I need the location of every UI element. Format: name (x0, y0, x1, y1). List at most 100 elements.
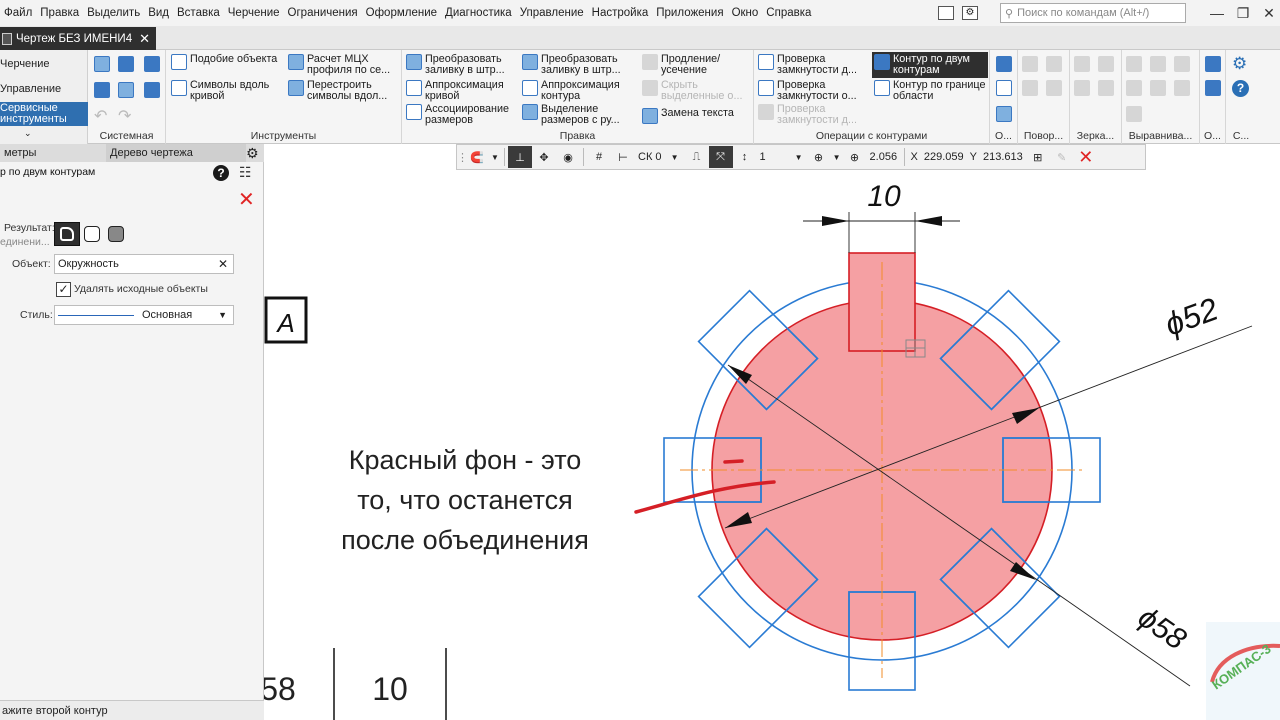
align-middle-icon[interactable] (1150, 80, 1166, 96)
tab-drawing[interactable]: Черчение (0, 52, 88, 76)
calc-icon[interactable] (1205, 56, 1221, 72)
help-icon[interactable]: ? (1232, 80, 1249, 97)
panel-settings-icon[interactable]: ⚙ (246, 145, 259, 162)
replace-text-button[interactable]: Замена текста (642, 108, 752, 124)
rotate-4-icon[interactable] (1046, 80, 1062, 96)
restore-icon[interactable]: ❐ (1232, 5, 1254, 22)
menu-select[interactable]: Выделить (83, 7, 144, 19)
magnet-icon[interactable]: 🧲 (465, 146, 489, 168)
step-value[interactable]: 1 (757, 151, 791, 163)
align-bottom-icon[interactable] (1174, 80, 1190, 96)
rotate-2-icon[interactable] (1046, 56, 1062, 72)
export-icon[interactable] (1205, 80, 1221, 96)
mirror-2-icon[interactable] (1098, 56, 1114, 72)
cursor-snap-icon[interactable]: ✥ (532, 146, 556, 168)
clear-field-icon[interactable]: ✕ (218, 257, 228, 271)
menu-help[interactable]: Справка (762, 7, 815, 19)
object-field[interactable]: Окружность ✕ (54, 254, 234, 274)
cancel-icon[interactable]: ✕ (1074, 146, 1098, 168)
approx-curve-button[interactable]: Аппроксимация кривой (406, 80, 518, 102)
tab-service-tools[interactable]: Сервисные инструменты (0, 102, 88, 126)
orthogonal-snap-icon[interactable]: ⊥ (508, 146, 532, 168)
redo-icon[interactable]: ↷ (118, 106, 131, 126)
menu-apps[interactable]: Приложения (652, 7, 727, 19)
mcc-button[interactable]: Расчет МЦХ профиля по се... (288, 54, 400, 76)
step-icon[interactable]: ⎍ (685, 146, 709, 168)
menu-diagnostics[interactable]: Диагностика (441, 7, 516, 19)
hide-selected-button[interactable]: Скрыть выделенные о... (642, 80, 752, 102)
menu-drawing[interactable]: Черчение (224, 7, 284, 19)
close-tab-icon[interactable]: ✕ (139, 31, 150, 47)
cs-value[interactable]: СК 0 (635, 151, 665, 163)
assoc-dims-button[interactable]: Ассоциирование размеров (406, 104, 522, 126)
open-folder-icon[interactable] (118, 56, 134, 72)
rotate-icon[interactable] (1022, 56, 1038, 72)
align-pin-icon[interactable] (1126, 106, 1142, 122)
convert-fill-button[interactable]: Преобразовать заливку в штр... (406, 54, 518, 76)
print-icon[interactable] (94, 82, 110, 98)
undo-icon[interactable]: ↶ (94, 106, 107, 126)
convert-fill-2-button[interactable]: Преобразовать заливку в штр... (522, 54, 634, 76)
tab-drawing-tree[interactable]: Дерево чертежа (106, 144, 246, 162)
grid-icon[interactable]: # (587, 146, 611, 168)
command-search-input[interactable]: ⚲ Поиск по командам (Alt+/) (1000, 3, 1186, 23)
zoom-window-icon[interactable]: ⊕ (807, 146, 831, 168)
symbols-along-curve-button[interactable]: Символы вдоль кривой (171, 80, 286, 102)
contour-boundary-button[interactable]: Контур по границе области (874, 80, 988, 102)
new-file-icon[interactable] (94, 56, 110, 72)
contour-two-contours-button[interactable]: Контур по двум контурам (872, 52, 988, 78)
cancel-command-icon[interactable]: ✕ (238, 190, 255, 210)
menu-manage[interactable]: Управление (516, 7, 588, 19)
subtract-mode-icon[interactable] (84, 226, 100, 242)
help-icon[interactable]: ? (213, 165, 229, 181)
settings-gear-icon[interactable]: ⚙ (1232, 54, 1247, 74)
minimize-icon[interactable]: — (1206, 5, 1228, 21)
step-cursor-icon[interactable]: ↕ (733, 146, 757, 168)
save-icon[interactable] (144, 56, 160, 72)
document-tab[interactable]: Чертеж БЕЗ ИМЕНИ4 ✕ (0, 27, 156, 50)
chevron-down-icon[interactable]: ▼ (831, 146, 843, 168)
check-closed-2-button[interactable]: Проверка замкнутости о... (758, 80, 870, 102)
dim-text-phi58[interactable]: ϕ58 (1132, 601, 1192, 657)
close-window-icon[interactable]: ✕ (1258, 5, 1280, 22)
drawing-canvas[interactable]: А 58 10 10 ϕ52 ϕ58 Красный фон - это то,… (264, 170, 1280, 720)
tab-parameters[interactable]: метры (0, 144, 106, 162)
menu-edit[interactable]: Правка (36, 7, 83, 19)
menu-format[interactable]: Оформление (362, 7, 441, 19)
chevron-down-icon[interactable]: ▼ (489, 146, 501, 168)
rotate-3-icon[interactable] (1022, 80, 1038, 96)
align-left-icon[interactable] (1126, 56, 1142, 72)
style-select[interactable]: Основная ▼ (54, 305, 234, 325)
window-layout-icon[interactable] (938, 6, 954, 20)
check-closed-3-button[interactable]: Проверка замкнутости д... (758, 104, 870, 126)
dim-text-phi52[interactable]: ϕ52 (1160, 290, 1223, 342)
union-mode-button[interactable] (54, 222, 80, 246)
mirror-icon[interactable] (1074, 56, 1090, 72)
coordinate-system-icon[interactable]: ⊢ (611, 146, 635, 168)
intersect-mode-icon[interactable] (108, 226, 124, 242)
menu-view[interactable]: Вид (144, 7, 173, 19)
align-center-icon[interactable] (1150, 56, 1166, 72)
similar-object-button[interactable]: Подобие объекта (171, 54, 281, 70)
preview-icon[interactable] (118, 82, 134, 98)
menu-file[interactable]: Файл (0, 7, 36, 19)
tree-list-icon[interactable]: ☷ (239, 164, 252, 181)
pencil-icon[interactable]: ✎ (1050, 146, 1074, 168)
offset-icon[interactable] (996, 56, 1012, 72)
toolbar-grip-icon[interactable]: ⋮ (457, 151, 468, 164)
menu-constraints[interactable]: Ограничения (284, 7, 362, 19)
menu-insert[interactable]: Вставка (173, 7, 224, 19)
ruler-icon[interactable]: ⊞ (1026, 146, 1050, 168)
chevron-down-icon[interactable]: ▼ (665, 146, 685, 168)
spiral-icon[interactable] (996, 80, 1012, 96)
delete-sources-checkbox[interactable]: ✓ (56, 282, 71, 297)
mirror-4-icon[interactable] (1098, 80, 1114, 96)
node-icon[interactable] (996, 106, 1012, 122)
rebuild-symbols-button[interactable]: Перестроить символы вдол... (288, 80, 400, 102)
dim-text-10[interactable]: 10 (867, 180, 901, 213)
gear-icon[interactable]: ⚙ (962, 6, 978, 20)
mirror-3-icon[interactable] (1074, 80, 1090, 96)
align-right-icon[interactable] (1174, 56, 1190, 72)
collapse-chevron-icon[interactable]: ⌄ (24, 128, 32, 139)
extend-trim-button[interactable]: Продление/ усечение (642, 54, 752, 76)
